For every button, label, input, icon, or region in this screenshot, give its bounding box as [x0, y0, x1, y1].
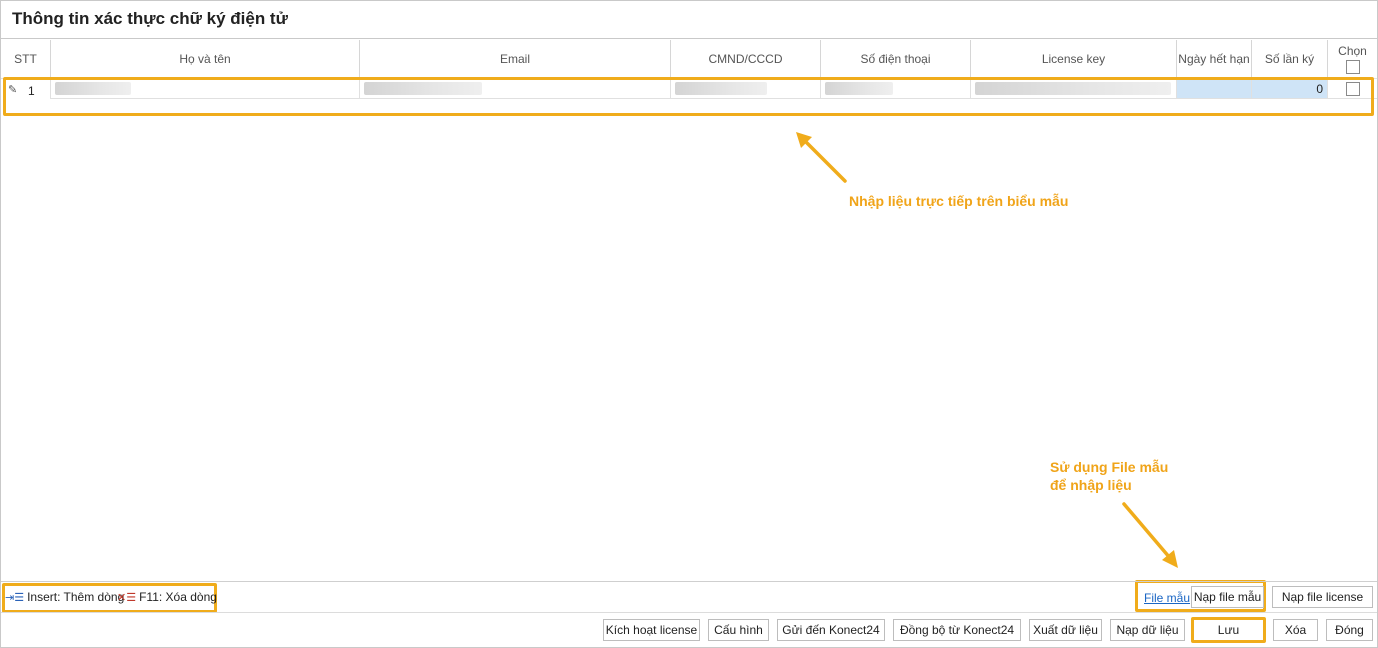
cell-ngay-het-han[interactable] [1176, 79, 1251, 99]
nap-du-lieu-button[interactable]: Nạp dữ liệu [1110, 619, 1185, 641]
luu-button[interactable]: Lưu [1193, 619, 1264, 641]
redacted-name [55, 82, 131, 95]
column-header-cmnd-cccd[interactable]: CMND/CCCD [670, 40, 820, 78]
dong-button[interactable]: Đóng [1326, 619, 1373, 641]
column-header-chon: Chọn [1327, 40, 1377, 78]
shortcut-insert: ⇥☰ Insert: Thêm dòng [5, 590, 124, 604]
gui-den-konect24-button[interactable]: Gửi đến Konect24 [777, 619, 885, 641]
cell-ho-va-ten[interactable] [50, 79, 359, 99]
file-mau-link[interactable]: File mẫu [1144, 591, 1190, 605]
so-lan-ky-value: 0 [1316, 81, 1323, 96]
shortcut-insert-label: Insert: Thêm dòng [27, 590, 125, 604]
page-title: Thông tin xác thực chữ ký điện tử [12, 9, 288, 28]
cell-license-key[interactable] [970, 79, 1176, 99]
row-select-checkbox[interactable] [1345, 81, 1360, 96]
redacted-cmnd [675, 82, 767, 95]
column-header-ngay-het-han[interactable]: Ngày hết hạn [1176, 40, 1251, 78]
delete-row-icon: ✕☰ [117, 591, 137, 604]
cell-cmnd-cccd[interactable] [670, 79, 820, 99]
redacted-phone [825, 82, 893, 95]
footer-divider [1, 581, 1377, 582]
column-header-so-lan-ky[interactable]: Số lần ký [1251, 40, 1327, 78]
redacted-email [364, 82, 482, 95]
select-all-checkbox[interactable] [1345, 60, 1360, 74]
redacted-license-key [975, 82, 1171, 95]
annotation-file-template-line1: Sử dụng File mẫu [1050, 459, 1169, 475]
cell-chon [1327, 79, 1377, 99]
annotation-direct-input: Nhập liệu trực tiếp trên biểu mẫu [849, 193, 1069, 209]
xuat-du-lieu-button[interactable]: Xuất dữ liệu [1029, 619, 1102, 641]
grid-header: STT Họ và tên Email CMND/CCCD Số điện th… [1, 40, 1377, 78]
column-header-ho-va-ten[interactable]: Họ và tên [50, 40, 359, 78]
nap-file-license-button[interactable]: Nạp file license [1272, 586, 1373, 608]
column-header-license-key[interactable]: License key [970, 40, 1176, 78]
title-divider [1, 38, 1377, 39]
cell-so-dien-thoai[interactable] [820, 79, 970, 99]
annotation-file-template-line2: để nhập liệu [1050, 477, 1132, 493]
cell-email[interactable] [359, 79, 670, 99]
column-header-email[interactable]: Email [359, 40, 670, 78]
dong-bo-tu-konect24-button[interactable]: Đồng bộ từ Konect24 [893, 619, 1021, 641]
toolbar-divider [1, 612, 1377, 613]
shortcut-delete: ✕☰ F11: Xóa dòng [117, 590, 217, 604]
column-header-stt[interactable]: STT [1, 40, 50, 78]
table-row[interactable]: 0 [1, 79, 1377, 99]
nap-file-mau-button[interactable]: Nạp file mẫu [1191, 586, 1264, 608]
insert-row-icon: ⇥☰ [5, 591, 25, 604]
column-header-so-dien-thoai[interactable]: Số điện thoại [820, 40, 970, 78]
kich-hoat-license-button[interactable]: Kích hoạt license [603, 619, 700, 641]
cau-hinh-button[interactable]: Cấu hình [708, 619, 769, 641]
xoa-button[interactable]: Xóa [1273, 619, 1318, 641]
cell-so-lan-ky[interactable]: 0 [1251, 79, 1327, 99]
column-header-chon-label: Chọn [1338, 44, 1367, 58]
shortcut-delete-label: F11: Xóa dòng [139, 590, 217, 604]
